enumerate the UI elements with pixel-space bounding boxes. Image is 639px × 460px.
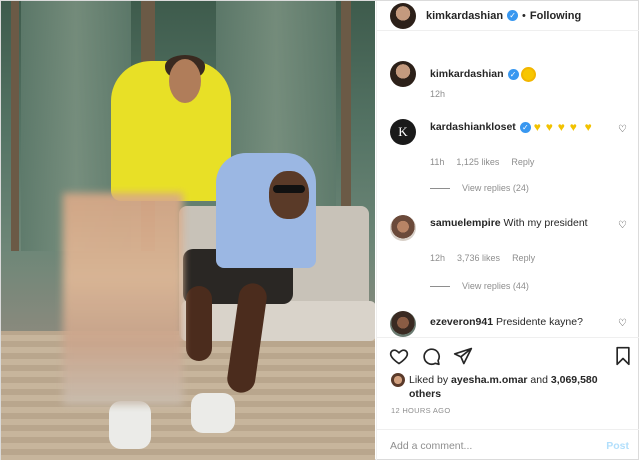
liked-by: Liked by ayesha.m.omar and 3,069,580 oth…: [391, 373, 609, 401]
view-replies-label[interactable]: View replies (24): [462, 183, 529, 193]
post-button[interactable]: Post: [606, 440, 629, 452]
like-comment-heart-icon[interactable]: ♡: [618, 319, 628, 329]
avatar: [391, 373, 405, 387]
caption-text: kimkardashian ✓: [430, 67, 610, 81]
view-replies[interactable]: View replies (24): [430, 183, 529, 193]
woman-head: [169, 59, 201, 103]
share-paper-plane-icon[interactable]: [453, 346, 473, 366]
yellow-heart-icon: ♥: [557, 119, 565, 134]
instagram-post-view: kimkardashian ✓ • Following kimkardashia…: [0, 0, 639, 460]
comment-time[interactable]: 11h: [430, 157, 444, 167]
reply-button[interactable]: Reply: [511, 157, 534, 167]
save-bookmark-icon[interactable]: [613, 346, 633, 366]
comment-body: Presidente kayne?: [495, 316, 583, 328]
sneaker: [191, 393, 235, 433]
like-heart-icon[interactable]: [389, 346, 409, 366]
comment-meta: 12h 3,736 likes Reply: [430, 253, 535, 263]
like-comment-heart-icon[interactable]: ♡: [618, 221, 628, 231]
comment-username[interactable]: ezeveron941: [430, 316, 493, 328]
post-header: kimkardashian ✓ • Following: [377, 1, 639, 31]
caption-username[interactable]: kimkardashian: [430, 68, 504, 80]
man-head: [269, 171, 309, 219]
post-photo[interactable]: [1, 1, 375, 460]
comment-bubble-icon[interactable]: [421, 346, 441, 366]
avatar[interactable]: [390, 215, 416, 241]
comment-body: With my president: [503, 217, 588, 229]
verified-icon: ✓: [519, 121, 531, 133]
liked-by-text: Liked by ayesha.m.omar and 3,069,580 oth…: [409, 373, 609, 401]
yellow-heart-icon: ♥: [545, 119, 553, 134]
separator-dot: •: [522, 9, 526, 22]
replies-divider: [430, 187, 450, 189]
comment-text: kardashiankloset ✓ ♥ ♥ ♥ ♥ ♥: [430, 120, 610, 134]
yellow-heart-icon: ♥: [533, 119, 541, 134]
following-button[interactable]: Following: [530, 10, 581, 22]
view-replies[interactable]: View replies (44): [430, 281, 529, 291]
replies-divider: [430, 285, 450, 287]
comment-text: samuelempire With my president: [430, 216, 610, 230]
reply-button[interactable]: Reply: [512, 253, 535, 263]
verified-icon: ✓: [507, 68, 519, 80]
view-replies-label[interactable]: View replies (44): [462, 281, 529, 291]
post-timestamp[interactable]: 12 HOURS AGO: [391, 406, 450, 415]
comment-likes[interactable]: 3,736 likes: [457, 253, 500, 263]
comment-username[interactable]: samuelempire: [430, 217, 501, 229]
sneaker: [109, 401, 151, 449]
avatar[interactable]: K: [390, 119, 416, 145]
sun-emoji-icon: [522, 68, 534, 80]
comment-text: ezeveron941 Presidente kayne?: [430, 315, 610, 329]
add-comment-bar: Post: [377, 429, 639, 460]
caption-time[interactable]: 12h: [430, 89, 445, 99]
post-actions: [377, 337, 639, 373]
post-side-panel: kimkardashian ✓ • Following kimkardashia…: [376, 1, 639, 460]
liked-by-and: and: [530, 374, 548, 386]
blurred-region: [63, 193, 183, 405]
verified-icon: ✓: [507, 10, 519, 21]
comment-meta: 11h 1,125 likes Reply: [430, 157, 534, 167]
comment-time[interactable]: 12h: [430, 253, 445, 263]
liked-by-prefix: Liked by: [409, 374, 449, 386]
caption-meta: 12h: [430, 89, 445, 99]
comment-username[interactable]: kardashiankloset: [430, 121, 516, 133]
window-frame: [11, 1, 19, 251]
yellow-heart-icon: ♥: [569, 119, 577, 134]
avatar[interactable]: [390, 61, 416, 87]
like-comment-heart-icon[interactable]: ♡: [618, 125, 628, 135]
add-comment-input[interactable]: [390, 438, 590, 454]
sunglasses: [273, 185, 305, 193]
avatar[interactable]: [390, 311, 416, 337]
man-leg: [186, 286, 212, 361]
comment-likes[interactable]: 1,125 likes: [456, 157, 499, 167]
yellow-heart-icon: ♥: [584, 119, 592, 134]
avatar[interactable]: [390, 2, 416, 29]
header-username[interactable]: kimkardashian: [426, 10, 503, 22]
liked-by-user[interactable]: ayesha.m.omar: [451, 374, 527, 386]
